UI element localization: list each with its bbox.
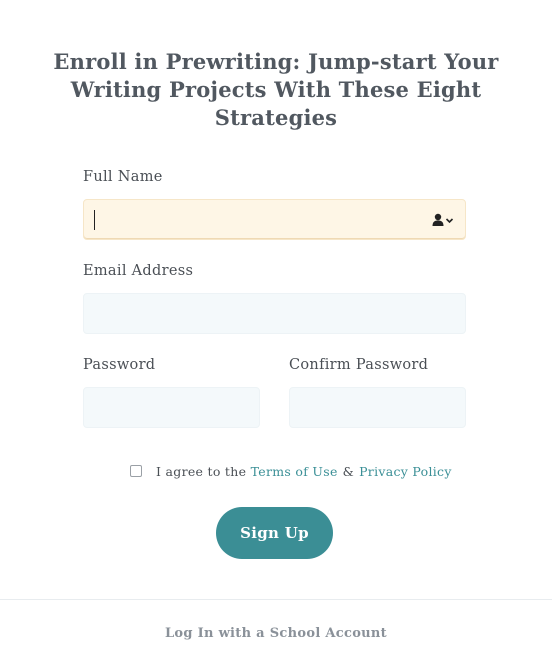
school-login-link[interactable]: Log In with a School Account: [0, 626, 552, 641]
text-caret: [94, 210, 95, 230]
password-field[interactable]: [83, 387, 260, 428]
divider: [0, 599, 552, 600]
privacy-policy-link[interactable]: Privacy Policy: [359, 464, 452, 479]
password-label: Password: [83, 357, 156, 373]
full-name-label: Full Name: [83, 169, 163, 185]
contact-autofill-icon[interactable]: [431, 212, 455, 228]
full-name-field[interactable]: [83, 199, 466, 240]
agree-prefix-text: I agree to the: [156, 463, 247, 479]
and-text: &: [342, 463, 355, 479]
terms-of-use-link[interactable]: Terms of Use: [251, 464, 338, 479]
sign-up-button[interactable]: Sign Up: [216, 507, 333, 559]
terms-agreement: I agree to the Terms of Use & Privacy Poli…: [130, 463, 452, 479]
agree-checkbox[interactable]: [130, 465, 142, 477]
confirm-password-field[interactable]: [289, 387, 466, 428]
confirm-password-label: Confirm Password: [289, 357, 429, 373]
email-label: Email Address: [83, 263, 194, 279]
email-field[interactable]: [83, 293, 466, 334]
page-title: Enroll in Prewriting: Jump-start Your Wr…: [53, 49, 499, 130]
